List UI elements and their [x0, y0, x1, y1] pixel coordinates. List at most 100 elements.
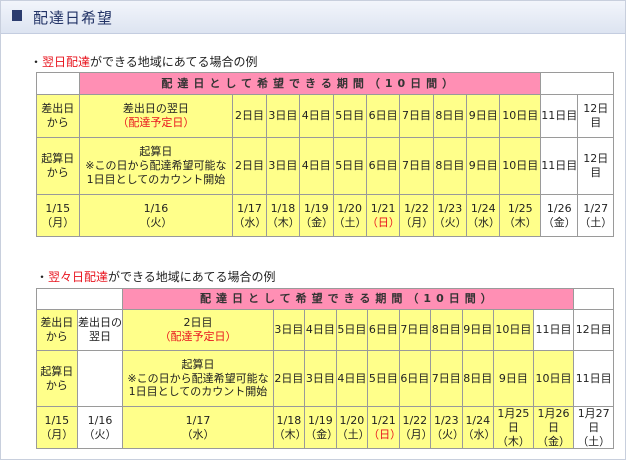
date-cell-line: （火）: [431, 427, 463, 441]
day-count-cell: 2日目: [232, 137, 267, 195]
empty-cell: [573, 288, 614, 310]
date-cell: 1/21 （日）: [365, 194, 401, 237]
start-date-cell: 起算日 ※この日から配達希望可能な 1日目としてのカウント開始: [78, 137, 234, 195]
date-cell-line: （水）: [233, 215, 267, 229]
day-count-cell: 5日目: [332, 94, 367, 138]
day-count-cell: 8日目: [432, 94, 468, 138]
date-cell-line: 1月27日: [577, 407, 610, 434]
scheduled-day-cell-line: （配達予定日）: [159, 330, 237, 343]
day-count-cell: 11日目: [540, 137, 579, 195]
table-corner-cell: [36, 72, 80, 95]
date-cell: 1/26 （金）: [540, 194, 579, 237]
date-cell-line: 1/18: [270, 201, 296, 215]
day-count-cell: 7日目: [399, 94, 434, 138]
date-cell: 1/22 （月）: [399, 194, 434, 237]
day-count-cell: 10日目: [493, 309, 534, 351]
day-count-cell: 9日目: [466, 137, 501, 195]
start-date-cell-line: ※この日から配達希望可能な: [127, 371, 269, 385]
date-cell-line: 1/23: [437, 201, 463, 215]
date-cell-send-line: （月）: [40, 427, 74, 441]
date-cell-next-line: 1/16: [87, 413, 113, 427]
start-date-cell-line: 1日目としてのカウント開始: [128, 385, 268, 399]
date-cell-line: 1/20: [339, 413, 365, 427]
date-cell-send-line: 1/15: [44, 413, 70, 427]
day-count-cell: 3日目: [265, 137, 301, 195]
example-caption-2: ・翌々日配達ができる地域にあてる場合の例: [36, 268, 276, 285]
day-count-cell: 5日目: [367, 350, 400, 407]
day-count-cell: 2日目: [272, 350, 306, 407]
date-cell: 1/19 （金）: [304, 405, 337, 450]
date-cell-send: 1/15 （月）: [36, 405, 78, 450]
date-cell-line: 1/18: [276, 413, 302, 427]
row-label-start-date-line: 起算日: [40, 364, 74, 378]
day-count-cell: 2日目: [232, 94, 267, 138]
table-corner-cell: [35, 288, 124, 310]
day-count-cell: 8日目: [432, 137, 468, 195]
day-count-cell: 9日目: [461, 309, 495, 351]
date-cell-line: 1/22: [402, 413, 428, 427]
date-cell-start-line: 1/17: [185, 413, 211, 427]
day-count-cell: 4日目: [304, 309, 337, 351]
day-count-cell: 7日目: [398, 309, 432, 351]
date-cell: 1月27日 （土）: [573, 405, 614, 450]
row-label-send-date-line: から: [45, 330, 68, 343]
date-cell-next-line: 1/16: [143, 201, 169, 215]
date-cell-line: （土）: [336, 427, 368, 441]
caption-bullet: ・: [30, 55, 43, 69]
day-count-cell: 9日目: [466, 94, 501, 138]
date-cell-start-line: （水）: [181, 427, 215, 441]
start-date-cell-line: ※この日から配達希望可能な: [85, 159, 227, 173]
date-cell-line: 1/23: [433, 413, 459, 427]
date-cell: 1/25 （木）: [499, 194, 542, 237]
row-label-send-date: 差出日 から: [36, 309, 78, 351]
date-cell: 1/19 （金）: [299, 194, 334, 237]
start-date-cell-line: 1日目としてのカウント開始: [86, 172, 226, 186]
date-cell-line: 1月25日: [497, 407, 530, 434]
date-cell: 1/23 （火）: [430, 405, 463, 450]
date-cell-line: 1/21: [370, 201, 396, 215]
date-cell: 1/24 （水）: [461, 405, 495, 450]
day-count-cell: 3日目: [272, 309, 306, 351]
start-date-cell-line: 起算日: [139, 145, 173, 159]
date-cell-line: （火）: [433, 215, 467, 229]
date-cell: 1/20 （土）: [335, 405, 369, 450]
row-label-start-date-line: から: [45, 378, 68, 392]
date-cell: 1/17 （水）: [232, 194, 267, 237]
day-count-cell: 6日目: [365, 94, 401, 138]
date-cell-line: （月）: [399, 427, 431, 441]
square-bullet-icon: [12, 10, 22, 21]
example-caption-1: ・翌日配達ができる地域にあてる場合の例: [30, 53, 258, 70]
day-count-cell: 7日目: [430, 350, 463, 407]
date-cell: 1/18 （木）: [265, 194, 301, 237]
date-cell: 1/18 （木）: [272, 405, 306, 450]
caption-bullet: ・: [36, 270, 49, 284]
date-cell-line: （日）: [366, 215, 400, 229]
next-day-cell-line: 差出日の: [77, 316, 122, 330]
date-cell-line: （金）: [537, 434, 570, 448]
date-cell-line: （木）: [266, 215, 300, 229]
start-date-cell: 起算日 ※この日から配達希望可能な 1日目としてのカウント開始: [122, 350, 274, 407]
day-count-cell: 3日目: [304, 350, 337, 407]
day-count-cell: 11日目: [532, 309, 575, 351]
date-cell: 1/23 （火）: [432, 194, 468, 237]
date-cell-line: （土）: [579, 215, 613, 229]
section-header: 配達日希望: [1, 1, 625, 34]
date-cell: 1/20 （土）: [332, 194, 367, 237]
date-cell-next-line: （火）: [83, 427, 117, 441]
day-count-cell: 6日目: [398, 350, 432, 407]
date-cell: 1月26日 （金）: [532, 405, 575, 450]
date-cell: 1月25日 （木）: [493, 405, 534, 450]
delivery-table-2: 配達日として希望できる期間（10日間） 差出日 から 差出日の 翌日 2日目 （配達予定日…: [35, 288, 614, 450]
empty-cell: [540, 72, 614, 95]
date-cell-line: （金）: [542, 215, 576, 229]
day-count-cell: 8日目: [461, 350, 495, 407]
day-count-cell: 4日目: [299, 137, 334, 195]
date-cell-line: 1月26日: [537, 407, 570, 434]
date-cell-line: （木）: [503, 215, 537, 229]
date-cell-line: 1/26: [546, 201, 572, 215]
date-cell-line: 1/19: [308, 413, 333, 427]
date-cell-line: 1/20: [337, 201, 363, 215]
row-label-send-date-line: から: [46, 116, 69, 129]
row-label-start-date: 起算日 から: [36, 350, 78, 407]
date-cell-send-line: （月）: [41, 215, 75, 229]
